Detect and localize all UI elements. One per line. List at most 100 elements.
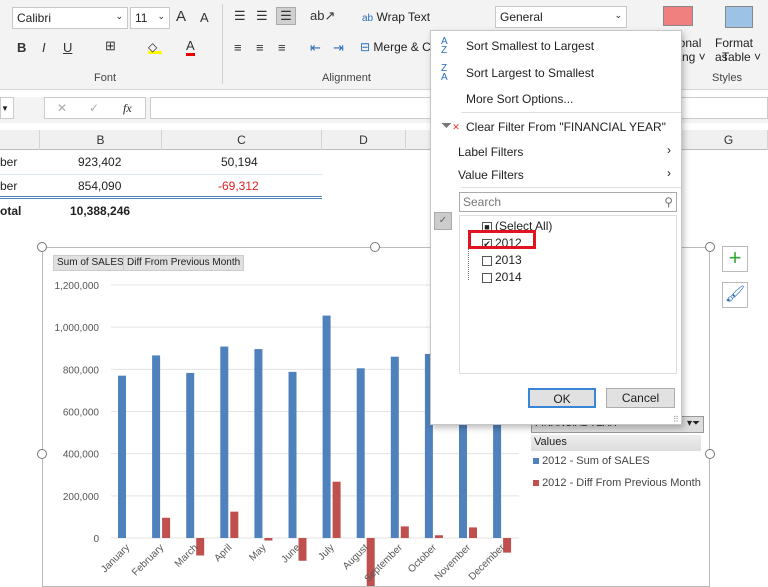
merge-button[interactable]: ⊟ Merge & C <box>360 40 431 54</box>
column-header-c[interactable]: C <box>162 130 322 150</box>
orientation-icon[interactable]: ab↗ <box>310 8 335 24</box>
sales-cell[interactable]: 923,402 <box>78 152 121 172</box>
wrap-text-button[interactable]: ab Wrap Text <box>362 10 430 24</box>
diff-bar <box>264 538 273 541</box>
italic-button[interactable]: I <box>42 40 46 55</box>
highlight-box <box>468 230 536 249</box>
resize-handle[interactable] <box>37 242 47 252</box>
search-input[interactable]: Search ⚲ <box>459 192 677 212</box>
conditional-formatting-icon[interactable] <box>663 6 693 26</box>
resize-handle[interactable] <box>705 449 715 459</box>
clear-filter-icon: ⏷✕ <box>441 117 460 133</box>
x-tick-label: January <box>99 542 132 575</box>
divider <box>222 4 223 84</box>
bold-button[interactable]: B <box>17 40 26 55</box>
number-format-select[interactable]: General ⌄ <box>495 6 627 28</box>
resize-grip-icon[interactable]: ⠿ <box>673 415 679 424</box>
row-label[interactable]: ber <box>0 176 17 196</box>
x-tick-label: March <box>173 542 200 569</box>
divider <box>0 196 322 199</box>
checkbox[interactable] <box>482 272 492 283</box>
enter-icon[interactable]: ✓ <box>89 101 99 115</box>
ok-button[interactable]: OK <box>528 388 596 408</box>
diff-bar <box>469 527 477 538</box>
font-size-value: 11 <box>135 11 148 25</box>
number-format-value: General <box>500 10 543 24</box>
grand-total-value[interactable]: 10,388,246 <box>70 201 130 221</box>
font-name-select[interactable]: Calibri ⌄ <box>12 7 128 29</box>
align-center-icon[interactable]: ≡ <box>256 40 264 55</box>
sales-bar <box>118 375 126 538</box>
underline-button[interactable]: U <box>63 40 72 55</box>
chart-styles-brush-icon[interactable]: 🖌 <box>722 282 748 308</box>
column-header-g[interactable]: G <box>690 130 768 150</box>
align-top-icon[interactable]: ☰ <box>234 8 246 24</box>
sales-bar <box>356 368 365 538</box>
font-size-select[interactable]: 11 ⌄ <box>130 7 170 29</box>
x-tick-label: August <box>341 542 371 572</box>
sort-largest-to-smallest[interactable]: Sort Largest to Smallest <box>466 66 594 80</box>
resize-handle[interactable] <box>370 242 380 252</box>
grow-font-button[interactable]: A <box>176 8 186 25</box>
font-color-button[interactable]: A <box>186 38 195 56</box>
column-header-a[interactable] <box>0 130 40 150</box>
decrease-indent-icon[interactable]: ⇤ <box>310 40 321 56</box>
name-box-dropdown[interactable]: ▼ <box>0 97 14 119</box>
grand-total-label[interactable]: otal <box>0 201 21 221</box>
align-right-icon[interactable]: ≡ <box>278 40 286 55</box>
more-sort-options[interactable]: More Sort Options... <box>466 92 573 106</box>
diff-cell[interactable]: 50,194 <box>221 152 258 172</box>
y-tick-label: 0 <box>93 534 99 545</box>
align-left-icon[interactable]: ≡ <box>234 40 242 55</box>
sales-bar <box>322 315 331 538</box>
filter-item-2014[interactable]: 2014 <box>482 270 522 284</box>
y-tick-label: 200,000 <box>63 492 100 503</box>
column-header-d[interactable]: D <box>322 130 406 150</box>
borders-button[interactable]: ⊞ <box>105 38 116 54</box>
sales-cell[interactable]: 854,090 <box>78 176 121 196</box>
value-filters[interactable]: Value Filters <box>458 168 524 182</box>
divider <box>461 187 681 188</box>
sort-smallest-to-largest[interactable]: Sort Smallest to Largest <box>466 39 594 53</box>
format-as-table-label2[interactable]: Table ˅ <box>722 50 761 64</box>
diff-bar <box>162 517 171 538</box>
column-header-b[interactable]: B <box>40 130 162 150</box>
legend-item-sales[interactable]: 2012 - Sum of SALES <box>533 455 650 467</box>
resize-handle[interactable] <box>37 449 47 459</box>
diff-bar <box>230 511 239 538</box>
sort-desc-icon: ZA <box>441 63 448 83</box>
diff-cell-negative[interactable]: -69,312 <box>218 176 259 196</box>
y-tick-label: 800,000 <box>63 365 100 376</box>
sales-bar <box>220 346 229 538</box>
label-filters[interactable]: Label Filters <box>458 145 523 159</box>
values-label: Values <box>531 435 701 451</box>
row-label[interactable]: ber <box>0 152 17 172</box>
styles-group-label: Styles <box>712 72 742 84</box>
clear-filter[interactable]: Clear Filter From "FINANCIAL YEAR" <box>466 120 666 134</box>
filter-icon: ▾⏷ <box>686 418 700 429</box>
filter-item-2013[interactable]: 2013 <box>482 253 522 267</box>
chevron-right-icon: › <box>667 166 671 180</box>
divider <box>461 112 681 113</box>
increase-indent-icon[interactable]: ⇥ <box>333 40 344 56</box>
checkbox[interactable] <box>482 255 492 266</box>
shrink-font-button[interactable]: A <box>200 10 209 25</box>
cancel-icon[interactable]: ✕ <box>57 101 67 115</box>
pivot-table: ber 923,402 50,194 ber 854,090 -69,312 o… <box>0 150 322 220</box>
font-name-value: Calibri <box>17 11 52 25</box>
search-placeholder: Search <box>463 195 502 209</box>
x-tick-label: December <box>467 542 508 583</box>
align-middle-icon[interactable]: ☰ <box>256 8 268 24</box>
sales-bar <box>254 349 263 538</box>
format-as-table-icon[interactable] <box>725 6 753 28</box>
align-bottom-icon[interactable]: ☰ <box>276 7 296 25</box>
legend-item-diff[interactable]: 2012 - Diff From Previous Month <box>533 477 701 489</box>
resize-handle[interactable] <box>705 242 715 252</box>
y-tick-label: 600,000 <box>63 408 100 419</box>
chart-elements-button[interactable]: + <box>722 246 748 272</box>
insert-function-icon[interactable]: fx <box>123 101 132 116</box>
chevron-right-icon: › <box>667 143 671 157</box>
cancel-button[interactable]: Cancel <box>606 388 675 408</box>
sales-bar <box>390 356 399 538</box>
fill-color-icon[interactable]: ◇ <box>148 40 162 54</box>
